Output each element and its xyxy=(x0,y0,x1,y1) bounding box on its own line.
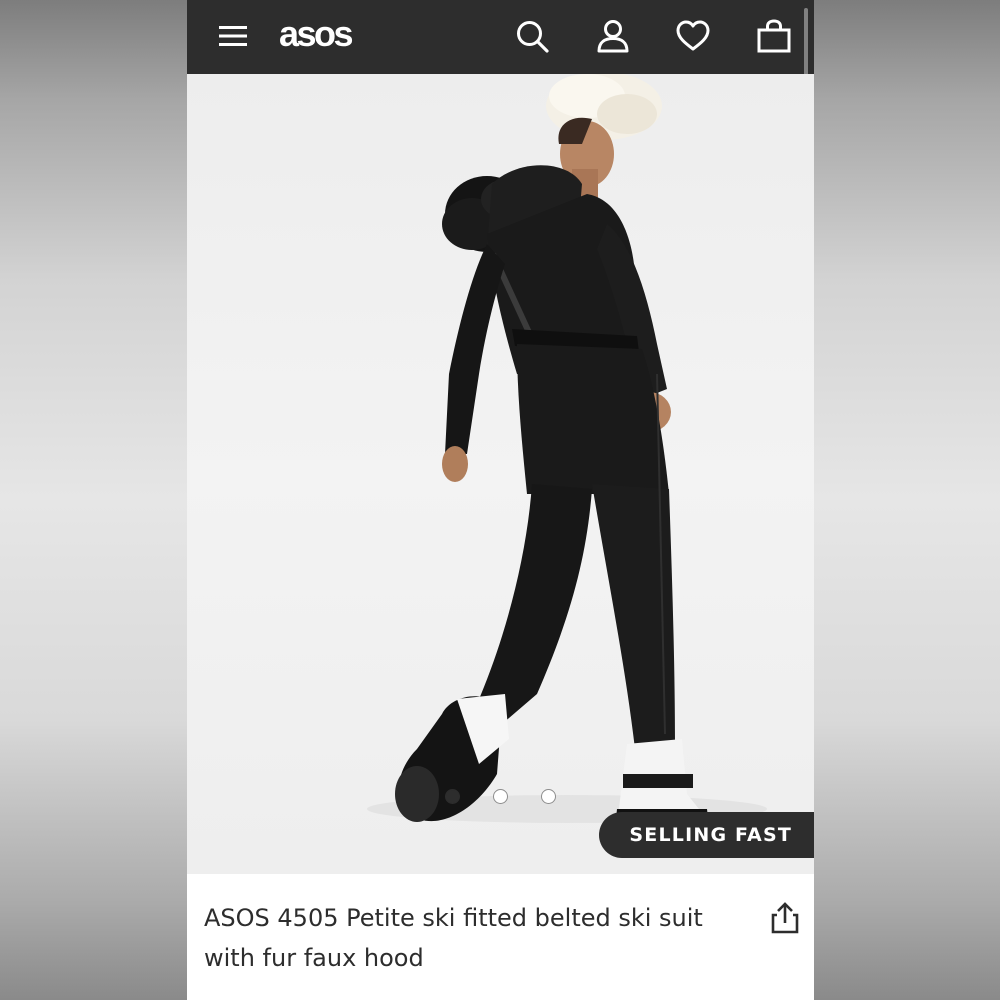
account-button[interactable] xyxy=(591,14,635,58)
search-icon xyxy=(517,21,549,53)
mobile-screen: asos SELLING FAST ASOS 4505 Petite ski f… xyxy=(187,0,814,1000)
share-icon xyxy=(771,902,799,934)
bag-button[interactable] xyxy=(752,14,796,58)
carousel-dot-1[interactable] xyxy=(445,788,460,804)
carousel-dot-3[interactable] xyxy=(541,788,556,804)
product-info: ASOS 4505 Petite ski fitted belted ski s… xyxy=(187,874,814,1000)
selling-fast-badge: SELLING FAST xyxy=(599,812,814,858)
product-title: ASOS 4505 Petite ski fitted belted ski s… xyxy=(204,904,703,972)
asos-logo[interactable]: asos xyxy=(279,12,354,56)
image-carousel-dots xyxy=(187,786,814,806)
product-image[interactable]: SELLING FAST xyxy=(187,74,814,874)
bag-icon xyxy=(757,19,791,53)
heart-icon xyxy=(676,20,710,51)
carousel-dot-2[interactable] xyxy=(493,788,508,804)
saved-items-button[interactable] xyxy=(671,14,715,58)
top-nav-bar: asos xyxy=(187,0,814,308)
product-photo xyxy=(367,74,767,829)
menu-button[interactable] xyxy=(211,14,255,58)
share-button[interactable] xyxy=(765,898,805,938)
search-button[interactable] xyxy=(510,14,554,58)
menu-icon xyxy=(219,26,247,46)
account-icon xyxy=(597,20,629,53)
